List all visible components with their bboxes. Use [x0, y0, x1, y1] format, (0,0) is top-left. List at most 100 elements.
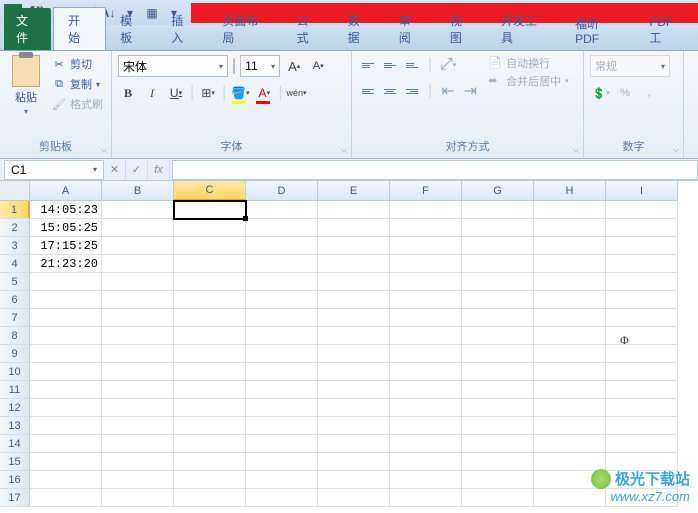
cell-A9[interactable] — [30, 345, 102, 363]
cell-I3[interactable] — [606, 237, 678, 255]
row-header-5[interactable]: 5 — [0, 273, 30, 291]
font-color-button[interactable]: A▾ — [254, 83, 274, 103]
cell-I14[interactable] — [606, 435, 678, 453]
percent-format-button[interactable]: % — [614, 83, 636, 103]
cell-E5[interactable] — [318, 273, 390, 291]
cell-E4[interactable] — [318, 255, 390, 273]
cell-F10[interactable] — [390, 363, 462, 381]
paste-dropdown-icon[interactable]: ▾ — [24, 107, 28, 116]
cell-H2[interactable] — [534, 219, 606, 237]
underline-button[interactable]: U▾ — [166, 83, 186, 103]
align-middle-button[interactable] — [380, 55, 400, 75]
cell-D11[interactable] — [246, 381, 318, 399]
row-header-7[interactable]: 7 — [0, 309, 30, 327]
cell-A1[interactable]: 14:05:23 — [30, 201, 102, 219]
cell-H9[interactable] — [534, 345, 606, 363]
grow-font-button[interactable]: A▴ — [284, 56, 304, 76]
cell-E3[interactable] — [318, 237, 390, 255]
cell-A17[interactable] — [30, 489, 102, 507]
row-header-16[interactable]: 16 — [0, 471, 30, 489]
cell-H8[interactable] — [534, 327, 606, 345]
cell-G4[interactable] — [462, 255, 534, 273]
row-header-8[interactable]: 8 — [0, 327, 30, 345]
cell-C3[interactable] — [174, 237, 246, 255]
cell-A7[interactable] — [30, 309, 102, 327]
cell-C1[interactable] — [174, 201, 246, 219]
row-header-11[interactable]: 11 — [0, 381, 30, 399]
cell-I1[interactable] — [606, 201, 678, 219]
cell-H12[interactable] — [534, 399, 606, 417]
cell-G7[interactable] — [462, 309, 534, 327]
italic-button[interactable]: I — [142, 83, 162, 103]
cell-E12[interactable] — [318, 399, 390, 417]
cell-B3[interactable] — [102, 237, 174, 255]
cell-F8[interactable] — [390, 327, 462, 345]
row-header-4[interactable]: 4 — [0, 255, 30, 273]
cell-I8[interactable] — [606, 327, 678, 345]
cell-B2[interactable] — [102, 219, 174, 237]
row-header-12[interactable]: 12 — [0, 399, 30, 417]
cell-I4[interactable] — [606, 255, 678, 273]
tab-review[interactable]: 审阅 — [385, 8, 436, 50]
tab-view[interactable]: 视图 — [436, 8, 487, 50]
tab-pdftool[interactable]: PDF工 — [635, 11, 698, 50]
col-header-C[interactable]: C — [174, 181, 246, 201]
cell-D1[interactable] — [246, 201, 318, 219]
cell-C4[interactable] — [174, 255, 246, 273]
cell-B11[interactable] — [102, 381, 174, 399]
cell-D7[interactable] — [246, 309, 318, 327]
cell-B5[interactable] — [102, 273, 174, 291]
cell-G12[interactable] — [462, 399, 534, 417]
cell-C13[interactable] — [174, 417, 246, 435]
cell-E6[interactable] — [318, 291, 390, 309]
accounting-format-button[interactable]: 💲▾ — [590, 83, 612, 103]
cell-C14[interactable] — [174, 435, 246, 453]
col-header-A[interactable]: A — [30, 181, 102, 201]
cut-button[interactable]: ✂剪切 — [50, 55, 105, 73]
cell-B1[interactable] — [102, 201, 174, 219]
cell-D12[interactable] — [246, 399, 318, 417]
cell-A13[interactable] — [30, 417, 102, 435]
cell-H14[interactable] — [534, 435, 606, 453]
cell-D5[interactable] — [246, 273, 318, 291]
cell-C17[interactable] — [174, 489, 246, 507]
col-header-H[interactable]: H — [534, 181, 606, 201]
row-header-1[interactable]: 1 — [0, 201, 30, 219]
font-name-select[interactable]: 宋体▾ — [118, 55, 228, 77]
comma-format-button[interactable]: , — [638, 83, 660, 103]
orientation-button[interactable]: ⤢▾ — [438, 55, 458, 75]
cell-D4[interactable] — [246, 255, 318, 273]
cell-G10[interactable] — [462, 363, 534, 381]
cell-H1[interactable] — [534, 201, 606, 219]
tab-formula[interactable]: 公式 — [283, 8, 334, 50]
cell-F4[interactable] — [390, 255, 462, 273]
cell-B8[interactable] — [102, 327, 174, 345]
cell-E9[interactable] — [318, 345, 390, 363]
tab-pagelayout[interactable]: 页面布局 — [208, 8, 282, 50]
cell-A15[interactable] — [30, 453, 102, 471]
cell-C10[interactable] — [174, 363, 246, 381]
cell-B4[interactable] — [102, 255, 174, 273]
cell-I9[interactable] — [606, 345, 678, 363]
cell-F5[interactable] — [390, 273, 462, 291]
cell-A11[interactable] — [30, 381, 102, 399]
cell-A3[interactable]: 17:15:25 — [30, 237, 102, 255]
tab-home[interactable]: 开始 — [53, 7, 106, 50]
cells-area[interactable]: 14:05:2315:05:2517:15:2521:23:20 — [30, 201, 678, 507]
cell-H11[interactable] — [534, 381, 606, 399]
cell-B12[interactable] — [102, 399, 174, 417]
row-header-14[interactable]: 14 — [0, 435, 30, 453]
row-header-17[interactable]: 17 — [0, 489, 30, 507]
cell-H13[interactable] — [534, 417, 606, 435]
cell-H6[interactable] — [534, 291, 606, 309]
cell-A10[interactable] — [30, 363, 102, 381]
col-header-I[interactable]: I — [606, 181, 678, 201]
row-header-15[interactable]: 15 — [0, 453, 30, 471]
cell-C6[interactable] — [174, 291, 246, 309]
cell-A16[interactable] — [30, 471, 102, 489]
font-size-select[interactable]: 11▾ — [240, 55, 280, 77]
cell-F6[interactable] — [390, 291, 462, 309]
row-header-9[interactable]: 9 — [0, 345, 30, 363]
align-center-button[interactable] — [380, 81, 400, 101]
cell-I7[interactable] — [606, 309, 678, 327]
